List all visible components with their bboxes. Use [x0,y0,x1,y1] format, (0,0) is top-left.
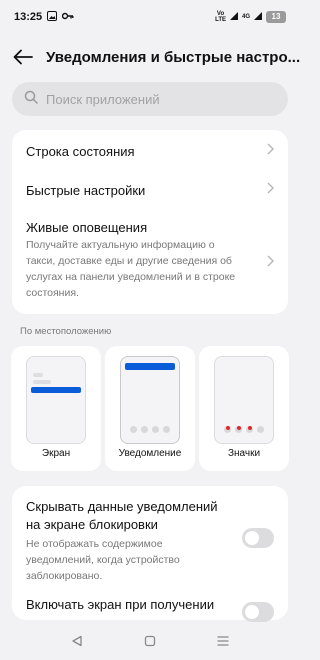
tile-label: Значки [227,448,261,459]
location-tile-notification[interactable]: Уведомление [105,346,195,471]
system-nav-bar [0,622,300,660]
phone-preview [214,356,274,444]
chevron-right-icon [267,142,274,160]
dock-dots [215,426,273,433]
search-bar[interactable] [12,82,288,116]
back-nav-icon[interactable] [62,626,92,656]
wake-screen-title: Включать экран при получении [26,597,215,612]
tile-label: Экран [41,448,71,459]
signal-icon [253,11,263,24]
hide-content-row[interactable]: Скрывать данные уведомлений на экране бл… [12,486,288,586]
live-alerts-label: Живые оповещения [26,220,148,235]
status-bar-row[interactable]: Строка состояния [12,130,288,172]
badge-dot [237,426,241,430]
chevron-right-icon [267,254,274,272]
dock-dots [121,426,179,433]
status-bar-label: Строка состояния [26,143,135,159]
wake-screen-toggle[interactable] [242,602,274,622]
settings-card: Строка состояния Быстрые настройки Живые… [12,130,288,314]
notification-preview [125,363,175,370]
wake-screen-row[interactable]: Включать экран при получении [12,586,288,622]
search-input[interactable] [46,91,266,107]
live-alerts-row[interactable]: Живые оповещения Получайте актуальную ин… [12,208,288,314]
status-bar: 13:25 Vo LTE 4G 13 [0,0,300,34]
signal-icon [229,11,239,24]
section-label-location: По местоположению [20,326,112,337]
key-icon [61,11,74,23]
live-alerts-description: Получайте актуальную информацию о такси,… [26,239,236,299]
chevron-right-icon [267,181,274,199]
location-tile-screen[interactable]: Экран [11,346,101,471]
badge-dot [248,426,252,430]
privacy-card: Скрывать данные уведомлений на экране бл… [12,486,288,622]
banner-preview [31,387,81,393]
menu-nav-icon[interactable] [208,626,238,656]
dot [257,426,264,433]
dot [163,426,170,433]
hide-content-toggle[interactable] [242,528,274,548]
phone-preview [120,356,180,444]
dot [152,426,159,433]
dot [141,426,148,433]
back-arrow-icon[interactable] [12,46,34,68]
network-gen: 4G [241,14,250,20]
battery-icon: 13 [266,11,286,23]
status-time: 13:25 [14,11,43,23]
preview-line [33,373,43,377]
phone-preview [26,356,86,444]
preview-line [33,380,51,384]
quick-settings-row[interactable]: Быстрые настройки [12,172,288,208]
page-title: Уведомления и быстрые настро... [45,48,300,66]
hide-content-title: Скрывать данные уведомлений на экране бл… [26,499,218,532]
page-header: Уведомления и быстрые настро... [0,38,300,76]
tile-label: Уведомление [118,448,182,459]
hide-content-description: Не отображать содержимое уведомлений, ко… [26,538,180,582]
image-icon [47,10,58,24]
badge-dot [226,426,230,430]
home-nav-icon[interactable] [135,626,165,656]
dot [130,426,137,433]
search-icon [24,90,38,109]
volte-indicator: Vo LTE [215,11,226,23]
location-tile-badges[interactable]: Значки [199,346,289,471]
quick-settings-label: Быстрые настройки [26,182,146,198]
